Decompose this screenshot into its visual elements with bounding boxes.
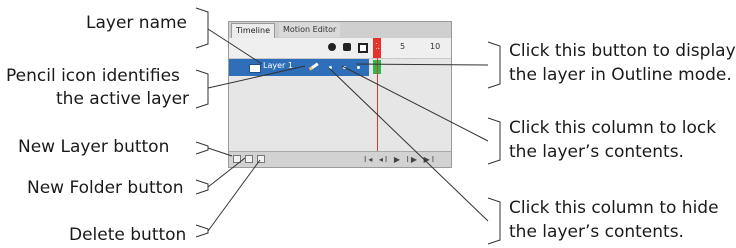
callout-lines [195,7,501,245]
